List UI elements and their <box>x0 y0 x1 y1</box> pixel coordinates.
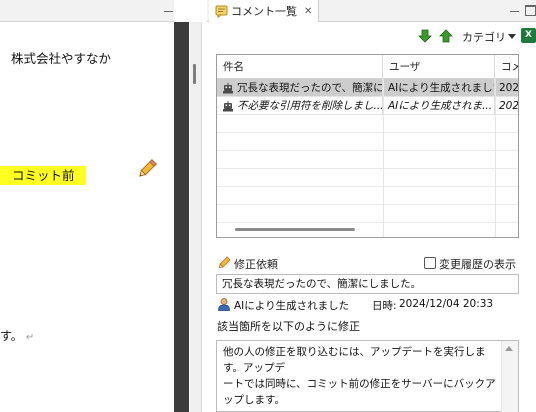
row-subject: 冗長な表現だったので、簡潔に... <box>217 79 383 97</box>
row-user: AIにより生成されました <box>383 79 495 97</box>
editor-text-tail[interactable]: す。 ↵ <box>0 327 34 344</box>
empty-row <box>217 169 518 187</box>
user-icon <box>218 298 230 311</box>
column-divider <box>495 79 496 237</box>
empty-row <box>217 133 518 151</box>
horizontal-scrollbar-thumb[interactable] <box>235 228 355 231</box>
date-value: 2024/12/04 20:33 <box>399 298 494 310</box>
date-label: 日時: <box>372 300 397 312</box>
category-menu-label[interactable]: カテゴリ <box>462 29 506 45</box>
editor-text-company[interactable]: 株式会社やすなか <box>11 48 111 67</box>
history-checkbox[interactable] <box>424 257 436 269</box>
column-header-subject[interactable]: 件名 <box>217 55 383 79</box>
row-user: AIにより生成されま... <box>383 97 495 115</box>
tab-label: コメント一覧 <box>231 5 297 18</box>
return-mark-icon: ↵ <box>25 332 35 343</box>
comment-body-line: ートでは同時に、コミット前の修正をサーバーにバックアップします。 <box>223 378 496 406</box>
close-icon[interactable]: ✕ <box>304 6 312 17</box>
maximize-icon[interactable] <box>525 5 536 16</box>
minimize-icon[interactable] <box>509 6 520 17</box>
column-header-comment[interactable]: コメ <box>495 55 518 79</box>
subject-field[interactable]: 冗長な表現だったので、簡潔にしました。 <box>216 274 519 294</box>
scrollbar-thumb[interactable] <box>193 64 196 84</box>
comment-list-view: コメント一覧 ✕ カテゴリ X 件名 ユーザ コメ 冗長な表現だったので、 <box>207 0 536 412</box>
comment-view-icon <box>215 5 228 18</box>
minimize-icon[interactable] <box>163 6 174 17</box>
table-header: 件名 ユーザ コメ <box>217 55 518 79</box>
excel-export-icon[interactable]: X <box>521 28 536 43</box>
pencil-icon <box>218 256 231 269</box>
empty-row <box>217 187 518 205</box>
scroll-up-icon[interactable] <box>505 346 513 351</box>
comment-type-label: 修正依頼 <box>234 258 278 271</box>
view-tab-bar: コメント一覧 ✕ <box>207 0 536 22</box>
sash-divider[interactable] <box>174 22 189 412</box>
history-checkbox-label[interactable]: 変更履歴の表示 <box>439 256 516 272</box>
editor-highlighted-text[interactable]: コミット前 <box>0 166 86 185</box>
row-date: 202 <box>499 100 519 112</box>
tail-text: す。 <box>0 329 23 343</box>
comment-body-scrollbar[interactable] <box>501 341 518 412</box>
tab-comment-list[interactable]: コメント一覧 ✕ <box>209 0 320 22</box>
empty-row <box>217 115 518 133</box>
empty-row <box>217 151 518 169</box>
arrow-up-icon[interactable] <box>439 29 453 43</box>
editor-vertical-scrollbar[interactable] <box>190 22 202 412</box>
comment-summary: 該当箇所を以下のように修正 <box>217 320 360 333</box>
arrow-down-icon[interactable] <box>418 29 432 43</box>
chevron-down-icon[interactable] <box>508 34 516 39</box>
empty-row <box>217 205 518 223</box>
column-divider <box>383 79 384 237</box>
column-header-user[interactable]: ユーザ <box>383 55 495 79</box>
table-row[interactable]: 冗長な表現だったので、簡潔に... AIにより生成されました 2024 <box>217 79 519 97</box>
comment-table[interactable]: 件名 ユーザ コメ 冗長な表現だったので、簡潔に... AIにより生成されました… <box>216 54 519 238</box>
row-date: 2024 <box>499 82 519 94</box>
pencil-icon[interactable] <box>136 158 158 180</box>
editor-pane[interactable]: 株式会社やすなか コミット前 す。 ↵ <box>0 0 174 412</box>
comment-body-textarea[interactable]: 他の人の修正を取り込むには、アップデートを実行します。アップデ ートでは同時に、… <box>216 340 519 412</box>
editor-header <box>0 0 174 22</box>
table-row[interactable]: 不必要な引用符を削除しまし... AIにより生成されま... 202 <box>217 97 519 115</box>
row-subject: 不必要な引用符を削除しまし... <box>217 97 383 115</box>
comment-body-line: 他の人の修正を取り込むには、アップデートを実行します。アップデ <box>223 346 486 374</box>
comment-user: AIにより生成されました <box>234 300 350 312</box>
